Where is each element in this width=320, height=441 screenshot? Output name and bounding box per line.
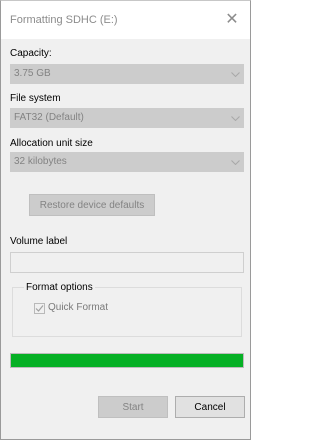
format-dialog: Formatting SDHC (E:) ✕ Capacity: 3.75 GB… <box>0 0 251 440</box>
title-bar: Formatting SDHC (E:) ✕ <box>1 1 250 39</box>
quick-format-label: Quick Format <box>48 302 109 313</box>
format-options-group <box>12 287 242 337</box>
close-button[interactable]: ✕ <box>220 9 244 31</box>
start-button[interactable]: Start <box>98 396 168 418</box>
allocation-select[interactable]: 32 kilobytes <box>10 152 244 172</box>
progress-fill <box>11 354 243 367</box>
close-icon: ✕ <box>225 11 239 28</box>
chevron-down-icon <box>230 108 240 128</box>
cancel-button[interactable]: Cancel <box>175 396 245 418</box>
capacity-value: 3.75 GB <box>14 68 51 79</box>
check-icon <box>35 305 44 312</box>
capacity-label: Capacity: <box>10 48 52 59</box>
format-options-title: Format options <box>24 282 95 293</box>
file-system-value: FAT32 (Default) <box>14 112 84 123</box>
file-system-select[interactable]: FAT32 (Default) <box>10 108 244 128</box>
capacity-select[interactable]: 3.75 GB <box>10 64 244 84</box>
file-system-label: File system <box>10 93 61 104</box>
chevron-down-icon <box>230 152 240 172</box>
volume-label-label: Volume label <box>10 236 68 247</box>
volume-label-input[interactable] <box>10 252 244 273</box>
quick-format-checkbox[interactable] <box>34 303 45 314</box>
restore-defaults-button[interactable]: Restore device defaults <box>29 194 155 216</box>
allocation-label: Allocation unit size <box>10 138 93 149</box>
chevron-down-icon <box>230 64 240 84</box>
allocation-value: 32 kilobytes <box>14 156 67 167</box>
progress-bar <box>10 353 244 368</box>
window-title: Formatting SDHC (E:) <box>10 14 118 26</box>
